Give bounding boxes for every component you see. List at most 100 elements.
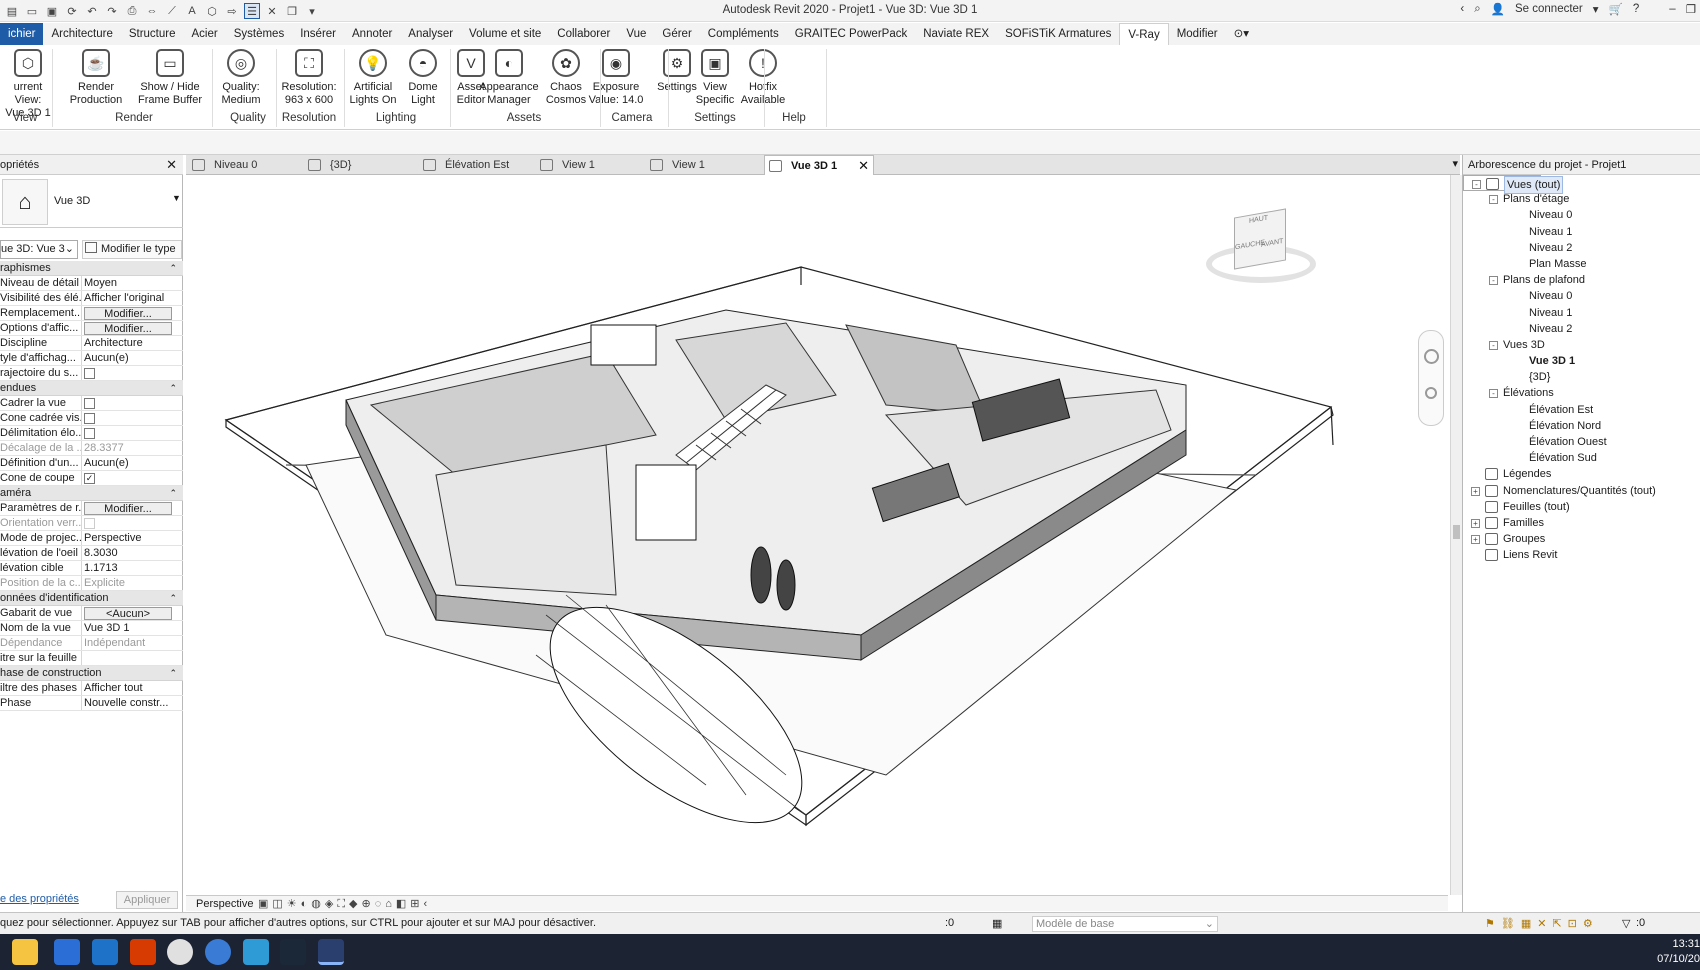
scroll-thumb[interactable] bbox=[1453, 525, 1460, 539]
close-icon[interactable]: ✕ bbox=[166, 155, 177, 175]
tab-analyser[interactable]: Analyser bbox=[400, 23, 461, 45]
property-value[interactable] bbox=[82, 366, 183, 380]
edit-type-button[interactable]: Modifier le type bbox=[82, 240, 182, 259]
property-value[interactable] bbox=[82, 396, 183, 410]
property-category[interactable]: améra ⌃ bbox=[0, 486, 183, 501]
view-tab[interactable]: Vue 3D 1 ✕ bbox=[764, 155, 874, 175]
hotfix-available-button[interactable]: ! Hotfix Available bbox=[732, 49, 794, 107]
app-icon[interactable] bbox=[243, 939, 269, 965]
navigation-bar[interactable] bbox=[1418, 330, 1444, 426]
urrent-view-vue-3d-1-button[interactable]: ⬡ urrent View: Vue 3D 1 bbox=[2, 49, 54, 120]
tab-collaborer[interactable]: Collaborer bbox=[549, 23, 618, 45]
zoom-icon[interactable] bbox=[1425, 387, 1437, 399]
browser-node[interactable]: - Vues 3D bbox=[1463, 337, 1700, 353]
tab-v-ray[interactable]: V-Ray bbox=[1119, 23, 1169, 45]
expand-icon[interactable]: + bbox=[1471, 535, 1480, 545]
browser-node[interactable]: Élévation Nord bbox=[1463, 418, 1700, 434]
collapse-icon[interactable]: ⌃ bbox=[169, 591, 177, 606]
view-control-icons[interactable]: ▣◫☀◐◍◈⛶◆⊕◌⌂◧⊞‹ bbox=[258, 897, 431, 911]
revit-icon[interactable] bbox=[318, 939, 344, 965]
browser-node[interactable]: Légendes bbox=[1463, 466, 1700, 482]
sign-in-link[interactable]: Se connecter bbox=[1515, 3, 1583, 15]
instance-filter-select[interactable]: ue 3D: Vue 3 ⌄ bbox=[0, 240, 78, 259]
model-select[interactable]: Modèle de base ⌄ bbox=[1032, 916, 1218, 932]
view-tab[interactable]: View 1 bbox=[646, 155, 746, 175]
view-tab[interactable]: Niveau 0 bbox=[188, 155, 288, 175]
browser-node[interactable]: Élévation Ouest bbox=[1463, 434, 1700, 450]
view-mode-label[interactable]: Perspective bbox=[196, 898, 253, 910]
collapse-icon[interactable]: ⌃ bbox=[169, 666, 177, 681]
property-value[interactable]: Modifier... bbox=[82, 321, 183, 335]
tab-ins-rer[interactable]: Insérer bbox=[292, 23, 344, 45]
nav-back-icon[interactable]: ‹ bbox=[1460, 3, 1464, 15]
property-value[interactable]: Aucun(e) bbox=[82, 456, 183, 470]
tab-annoter[interactable]: Annoter bbox=[344, 23, 400, 45]
property-category[interactable]: hase de construction ⌃ bbox=[0, 666, 183, 681]
collapse-icon[interactable]: - bbox=[1489, 195, 1498, 205]
property-edit-button[interactable]: <Aucun> bbox=[84, 607, 172, 620]
tab-ichier[interactable]: ichier bbox=[0, 23, 44, 45]
tab-graitec-powerpack[interactable]: GRAITEC PowerPack bbox=[787, 23, 915, 45]
restore-button[interactable]: ❐ bbox=[1686, 2, 1696, 16]
collapse-icon[interactable]: - bbox=[1489, 389, 1498, 399]
property-checkbox[interactable] bbox=[84, 368, 95, 379]
viewcube[interactable]: HAUT GAUCHE AVANT bbox=[1196, 205, 1316, 285]
tab-volume-et-site[interactable]: Volume et site bbox=[461, 23, 549, 45]
design-options-icon[interactable]: ▦ bbox=[992, 917, 1002, 930]
browser-node[interactable]: Vue 3D 1 bbox=[1463, 353, 1700, 369]
show-hide-frame-buffer-button[interactable]: ▭ Show / Hide Frame Buffer bbox=[135, 49, 205, 107]
tab-g-rer[interactable]: Gérer bbox=[654, 23, 699, 45]
property-value[interactable]: Modifier... bbox=[82, 306, 183, 320]
property-checkbox[interactable] bbox=[84, 413, 95, 424]
browser-node[interactable]: {3D} bbox=[1463, 369, 1700, 385]
browser-node[interactable]: Élévation Sud bbox=[1463, 450, 1700, 466]
property-value[interactable]: Perspective bbox=[82, 531, 183, 545]
browser-node[interactable]: Feuilles (tout) bbox=[1463, 499, 1700, 515]
tab-architecture[interactable]: Architecture bbox=[43, 23, 120, 45]
property-value[interactable]: Aucun(e) bbox=[82, 351, 183, 365]
property-value[interactable]: Vue 3D 1 bbox=[82, 621, 183, 635]
browser-node[interactable]: Plan Masse bbox=[1463, 256, 1700, 272]
property-value[interactable]: Afficher tout bbox=[82, 681, 183, 695]
filter-icon[interactable]: ▽ bbox=[1622, 917, 1630, 930]
quality-medium-button[interactable]: ◎ Quality: Medium bbox=[210, 49, 272, 107]
property-value[interactable]: Architecture bbox=[82, 336, 183, 350]
property-checkbox[interactable]: ✓ bbox=[84, 473, 95, 484]
chrome-icon[interactable] bbox=[167, 939, 193, 965]
3d-viewport[interactable]: HAUT GAUCHE AVANT bbox=[186, 175, 1450, 895]
view-tab[interactable]: Élévation Est bbox=[419, 155, 519, 175]
browser-node[interactable]: + Groupes bbox=[1463, 531, 1700, 547]
office-icon[interactable] bbox=[130, 939, 156, 965]
appearance-manager-button[interactable]: ◐ Appearance Manager bbox=[478, 49, 540, 107]
browser-node[interactable]: Niveau 1 bbox=[1463, 224, 1700, 240]
property-category[interactable]: raphismes ⌃ bbox=[0, 261, 183, 276]
property-value[interactable]: 8.3030 bbox=[82, 546, 183, 560]
property-value[interactable]: <Aucun> bbox=[82, 606, 183, 620]
selection-filter-icons[interactable]: ⚑⛓▦✕⇱⊡⚙ bbox=[1485, 917, 1599, 930]
steering-wheel-icon[interactable] bbox=[1424, 349, 1439, 364]
property-category[interactable]: endues ⌃ bbox=[0, 381, 183, 396]
cart-icon[interactable]: 🛒 bbox=[1609, 2, 1623, 16]
collapse-icon[interactable]: ⌃ bbox=[169, 486, 177, 501]
tab-sofistik-armatures[interactable]: SOFiSTiK Armatures bbox=[997, 23, 1119, 45]
browser-node[interactable]: Niveau 2 bbox=[1463, 240, 1700, 256]
property-checkbox[interactable] bbox=[84, 398, 95, 409]
browser-node[interactable]: Liens Revit bbox=[1463, 547, 1700, 563]
tab-naviate-rex[interactable]: Naviate REX bbox=[915, 23, 997, 45]
property-value[interactable] bbox=[82, 651, 183, 665]
file-explorer-icon[interactable] bbox=[12, 939, 38, 965]
exposure-value-14-0-button[interactable]: ◉ Exposure Value: 14.0 bbox=[585, 49, 647, 107]
binoculars-icon[interactable]: ⌕ bbox=[1474, 3, 1480, 16]
property-edit-button[interactable]: Modifier... bbox=[84, 502, 172, 515]
vertical-scrollbar[interactable] bbox=[1450, 175, 1462, 895]
expand-icon[interactable]: + bbox=[1471, 518, 1480, 528]
render-production-button[interactable]: ☕ Render Production bbox=[65, 49, 127, 107]
collapse-icon[interactable]: ⌃ bbox=[169, 381, 177, 396]
group-help[interactable]: Help bbox=[764, 112, 824, 124]
resolution-963-x-600-button[interactable]: ⛶ Resolution: 963 x 600 bbox=[278, 49, 340, 107]
browser-node[interactable]: Niveau 1 bbox=[1463, 305, 1700, 321]
property-value[interactable] bbox=[82, 516, 183, 530]
viewcube-box[interactable]: HAUT GAUCHE AVANT bbox=[1234, 208, 1286, 270]
tabs-menu-icon[interactable]: ▾ bbox=[1452, 157, 1458, 170]
browser-node[interactable]: - Plans d'étage bbox=[1463, 191, 1700, 207]
